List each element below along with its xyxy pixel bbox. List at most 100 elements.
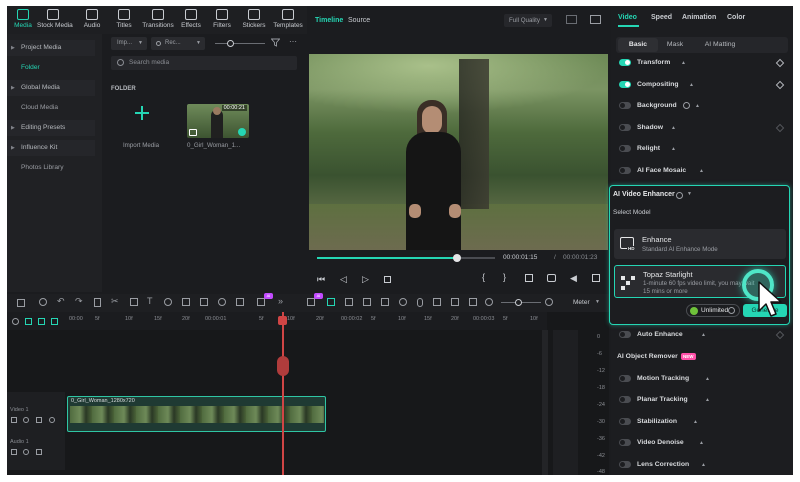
toggle-switch[interactable]	[619, 331, 631, 338]
play-icon[interactable]: ▷	[362, 274, 369, 285]
chevron-up-icon[interactable]: ▲	[699, 165, 704, 177]
video-clip[interactable]: 0_Girl_Woman_1280x720	[67, 396, 326, 432]
redo-icon[interactable]: ↷	[75, 296, 83, 307]
sidebar-item-editing-presets[interactable]: ▶ Editing Presets	[7, 120, 95, 136]
chevron-up-icon[interactable]: ▲	[705, 373, 710, 385]
tool-filters[interactable]: Filters	[206, 9, 238, 33]
detach-audio-icon[interactable]	[218, 298, 226, 306]
import-media-button[interactable]	[113, 98, 169, 134]
toggle-switch[interactable]	[619, 396, 631, 403]
tool-stickers[interactable]: Stickers	[238, 9, 270, 33]
zoom-out-icon[interactable]	[485, 298, 493, 306]
sidebar-item-project-media[interactable]: ▶ Project Media	[7, 40, 95, 56]
prop-compositing[interactable]: Compositing ▲	[619, 79, 789, 91]
mark-out-icon[interactable]: }	[503, 272, 506, 282]
sidebar-item-cloud-media[interactable]: Cloud Media	[7, 100, 95, 116]
tool-effects[interactable]: Effects	[175, 9, 207, 33]
snapshot-icon[interactable]	[590, 15, 601, 24]
timeline-playhead[interactable]	[282, 312, 284, 475]
tab-color[interactable]: Color	[727, 14, 745, 21]
pip-icon[interactable]	[469, 298, 477, 306]
chevron-up-icon[interactable]: ▲	[671, 122, 676, 134]
camera-icon[interactable]	[547, 274, 556, 282]
toggle-switch[interactable]	[619, 167, 631, 174]
chevron-up-icon[interactable]: ▲	[681, 57, 686, 69]
tool-titles[interactable]: Titles	[108, 9, 140, 33]
fullscreen-icon[interactable]	[525, 274, 533, 282]
zoom-slider-handle[interactable]	[515, 299, 522, 306]
unlimited-badge[interactable]: Unlimited	[686, 304, 740, 317]
toggle-switch[interactable]	[619, 439, 631, 446]
sidebar-item-global-media[interactable]: ▶ Global Media	[7, 80, 95, 96]
prop-transform[interactable]: Transform ▲	[619, 57, 789, 69]
add-audio-track-icon[interactable]	[38, 318, 45, 325]
grid-view-icon[interactable]	[566, 15, 577, 24]
prop-background[interactable]: Background ▲	[619, 100, 789, 112]
playhead-scissor-handle[interactable]	[277, 356, 289, 376]
render-icon[interactable]	[307, 298, 315, 306]
auto-highlight-icon[interactable]	[363, 298, 371, 306]
keyframe-diamond-icon[interactable]	[775, 80, 785, 90]
snap-icon[interactable]	[327, 298, 335, 306]
prop-auto-enhance[interactable]: Auto Enhance ▲	[619, 329, 789, 341]
crop-icon[interactable]	[130, 298, 138, 306]
prev-frame-icon[interactable]: ⏮	[317, 274, 325, 285]
stop-icon[interactable]	[384, 276, 391, 283]
tool-transitions[interactable]: Transitions	[142, 9, 174, 33]
voiceover-icon[interactable]	[399, 298, 407, 306]
toggle-switch[interactable]	[619, 124, 631, 131]
expand-icon[interactable]	[592, 274, 600, 282]
split-icon[interactable]: ✂	[111, 296, 119, 307]
filter-icon[interactable]	[270, 38, 281, 47]
audio-mix-icon[interactable]	[433, 298, 441, 306]
keyframe-diamond-icon[interactable]	[775, 123, 785, 133]
toggle-switch[interactable]	[619, 418, 631, 425]
zoom-in-icon[interactable]	[545, 298, 553, 306]
track-folder-icon[interactable]	[11, 417, 17, 423]
prop-ai-face-mosaic[interactable]: AI Face Mosaic ▲	[619, 165, 789, 177]
settings-icon[interactable]	[12, 318, 19, 325]
screenshot-icon[interactable]	[381, 298, 389, 306]
track-lock-icon[interactable]	[36, 417, 42, 423]
chevron-down-icon[interactable]: ▼	[595, 299, 600, 305]
freeze-icon[interactable]	[200, 298, 208, 306]
sidebar-item-influence-kit[interactable]: ▶ Influence Kit	[7, 140, 95, 156]
model-option-enhance[interactable]: HD Enhance Standard AI Enhance Mode	[614, 229, 786, 259]
track-visibility-icon[interactable]	[49, 417, 55, 423]
toggle-switch[interactable]	[619, 102, 631, 109]
delete-icon[interactable]	[94, 298, 101, 307]
tool-media[interactable]: Media	[7, 9, 39, 33]
prop-ai-object-remover[interactable]: AI Object Remover NEW	[617, 351, 787, 363]
playhead-handle[interactable]	[453, 254, 461, 262]
tab-video[interactable]: Video	[618, 14, 637, 21]
ai-tool-icon[interactable]	[257, 298, 265, 306]
chevron-up-icon[interactable]: ▲	[699, 437, 704, 449]
chevron-down-icon[interactable]: ▼	[687, 191, 692, 197]
playback-progress-track[interactable]	[457, 257, 495, 259]
toggle-switch[interactable]	[619, 81, 631, 88]
keyframe-icon[interactable]	[236, 298, 244, 306]
track-lock-icon[interactable]	[36, 449, 42, 455]
add-video-track-icon[interactable]	[25, 318, 32, 325]
record-dropdown[interactable]: Rec... ▼	[151, 37, 205, 50]
marker-icon[interactable]	[345, 298, 353, 306]
subtab-mask[interactable]: Mask	[659, 38, 691, 52]
tab-source[interactable]: Source	[348, 17, 370, 24]
chevron-up-icon[interactable]: ▲	[695, 100, 700, 112]
track-audio-icon[interactable]	[23, 417, 29, 423]
timeline-scrollbar[interactable]	[542, 330, 548, 475]
chevron-up-icon[interactable]: ▲	[671, 143, 676, 155]
more-tools-icon[interactable]: »	[278, 296, 283, 306]
import-dropdown[interactable]: Imp... ▼	[111, 37, 147, 50]
link-icon[interactable]	[51, 318, 58, 325]
prop-lens-correction[interactable]: Lens Correction ▲	[619, 459, 789, 471]
chevron-up-icon[interactable]: ▲	[705, 394, 710, 406]
playhead-top-handle[interactable]	[278, 316, 287, 325]
time-ruler[interactable]: 00:00 5f 10f 15f 20f 00:00:01 5f 10f 20f…	[65, 312, 547, 330]
chevron-up-icon[interactable]: ▲	[689, 79, 694, 91]
slider-handle[interactable]	[227, 40, 234, 47]
tool-stock-media[interactable]: Stock Media	[37, 9, 73, 33]
toggle-switch[interactable]	[619, 145, 631, 152]
microphone-icon[interactable]	[417, 298, 423, 307]
track-folder-icon[interactable]	[11, 449, 17, 455]
